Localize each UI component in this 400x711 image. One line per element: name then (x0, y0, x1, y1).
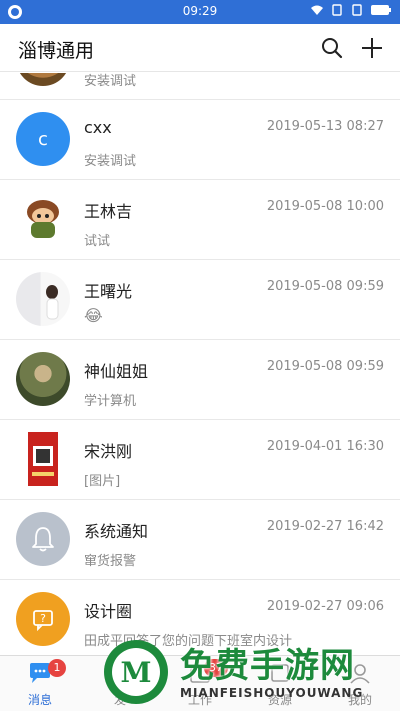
work-badge: 37 (204, 659, 228, 677)
tab-label: 消息 (27, 693, 52, 707)
conversation-preview: 😂 (84, 306, 103, 325)
tab-messages[interactable]: 1 消息 (0, 656, 80, 711)
svg-text:?: ? (40, 612, 46, 625)
conversation-preview: 窜货报警 (84, 554, 137, 569)
tab-resources[interactable]: 资源 (240, 656, 320, 711)
red-poster-icon (28, 432, 58, 486)
bottom-tab-bar: 1 消息 发 37 工作 资源 我的 (0, 655, 400, 711)
avatar (16, 352, 70, 406)
conversation-time: 2019-04-01 16:30 (266, 439, 384, 454)
battery-icon (371, 5, 391, 15)
avatar: ? (16, 592, 70, 646)
conversation-name: 神仙姐姐 (84, 362, 149, 381)
list-item[interactable]: 系统通知 2019-02-27 16:42 窜货报警 (0, 500, 400, 580)
conversation-preview: 田成平回答了您的问题下班室内设计 (84, 634, 293, 649)
resource-icon (271, 664, 289, 682)
list-item[interactable]: c cxx 2019-05-13 08:27 安装调试 (0, 100, 400, 180)
sim-icon (332, 4, 342, 16)
conversation-time: 2019-02-27 09:06 (266, 599, 384, 614)
tab-label: 我的 (347, 693, 372, 707)
person-photo-icon (46, 285, 59, 320)
conversation-time: 2019-05-08 09:59 (266, 359, 384, 374)
conversation-preview: 试试 (84, 234, 111, 249)
list-item[interactable]: 神仙姐姐 2019-05-08 09:59 学计算机 (0, 340, 400, 420)
page-title: 淄博通用 (18, 40, 95, 62)
tab-label: 资源 (267, 693, 292, 707)
tab-work[interactable]: 37 工作 (160, 656, 240, 711)
conversation-preview: 安装调试 (84, 154, 137, 169)
question-bubble-icon: ? (33, 610, 53, 632)
conversation-time: 2019-05-13 08:27 (266, 119, 384, 134)
avatar: c (16, 112, 70, 166)
list-item[interactable]: 安装调试 (0, 73, 400, 100)
avatar (16, 192, 70, 246)
search-icon[interactable] (320, 36, 344, 60)
conversation-preview: [图片] (84, 474, 121, 489)
conversation-time: 2019-05-08 10:00 (266, 199, 384, 214)
avatar (16, 272, 70, 326)
tab-label: 工作 (187, 693, 212, 707)
list-item[interactable]: 宋洪刚 2019-04-01 16:30 [图片] (0, 420, 400, 500)
conversation-name: 王曙光 (84, 282, 133, 301)
tab-label: 发 (113, 693, 126, 707)
signal-icon (352, 4, 362, 16)
wifi-icon (311, 5, 323, 15)
avatar-letter: c (38, 128, 48, 150)
unread-badge: 1 (48, 659, 66, 677)
header: 淄博通用 (0, 24, 400, 72)
tab-profile[interactable]: 我的 (320, 656, 400, 711)
profile-icon (350, 664, 370, 684)
status-bar: 09:29 (0, 0, 400, 24)
conversation-name: 王林吉 (84, 202, 133, 221)
list-item[interactable]: ? 设计圈 2019-02-27 09:06 田成平回答了您的问题下班室内设计 (0, 580, 400, 655)
status-icons (310, 4, 392, 16)
add-icon[interactable] (360, 36, 384, 60)
conversation-preview: 学计算机 (84, 394, 137, 409)
list-item[interactable]: 王曙光 2019-05-08 09:59 😂 (0, 260, 400, 340)
avatar (16, 432, 70, 486)
conversation-name: 设计圈 (84, 602, 133, 621)
avatar (16, 73, 70, 86)
compose-icon (110, 663, 128, 683)
cartoon-character-icon (27, 200, 59, 238)
conversation-preview: 安装调试 (84, 74, 137, 89)
conversation-time: 2019-05-08 09:59 (266, 279, 384, 294)
avatar (16, 512, 70, 566)
conversation-time: 2019-02-27 16:42 (266, 519, 384, 534)
conversation-name: 宋洪刚 (84, 442, 133, 461)
conversation-list[interactable]: 安装调试 c cxx 2019-05-13 08:27 安装调试 王林吉 201… (0, 73, 400, 655)
list-item[interactable]: 王林吉 2019-05-08 10:00 试试 (0, 180, 400, 260)
bell-icon (32, 527, 54, 552)
conversation-name: 系统通知 (84, 522, 149, 541)
conversation-name: cxx (84, 118, 112, 137)
tab-compose[interactable]: 发 (80, 656, 160, 711)
